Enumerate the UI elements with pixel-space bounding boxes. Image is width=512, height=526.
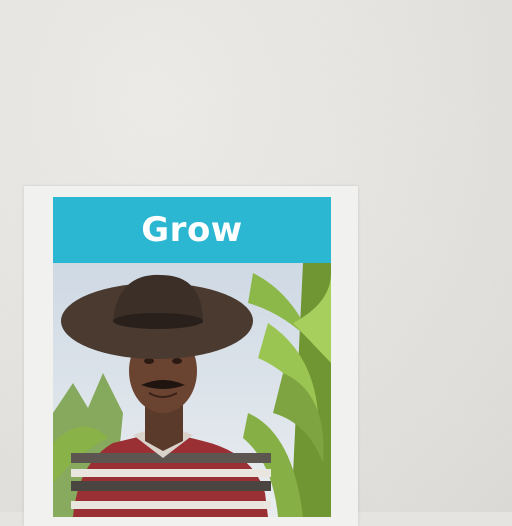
farmer-photo	[53, 263, 331, 517]
title-band: Grow	[53, 197, 331, 263]
grow-poster: Grow	[53, 197, 331, 517]
shirt-stripe-2	[71, 469, 271, 477]
shirt-stripe-1	[71, 453, 271, 463]
poster-title: Grow	[141, 210, 243, 250]
hat-band	[113, 313, 203, 329]
shirt-stripe-3	[71, 481, 271, 491]
right-eye	[172, 358, 182, 364]
shirt-stripe-4	[71, 501, 271, 509]
